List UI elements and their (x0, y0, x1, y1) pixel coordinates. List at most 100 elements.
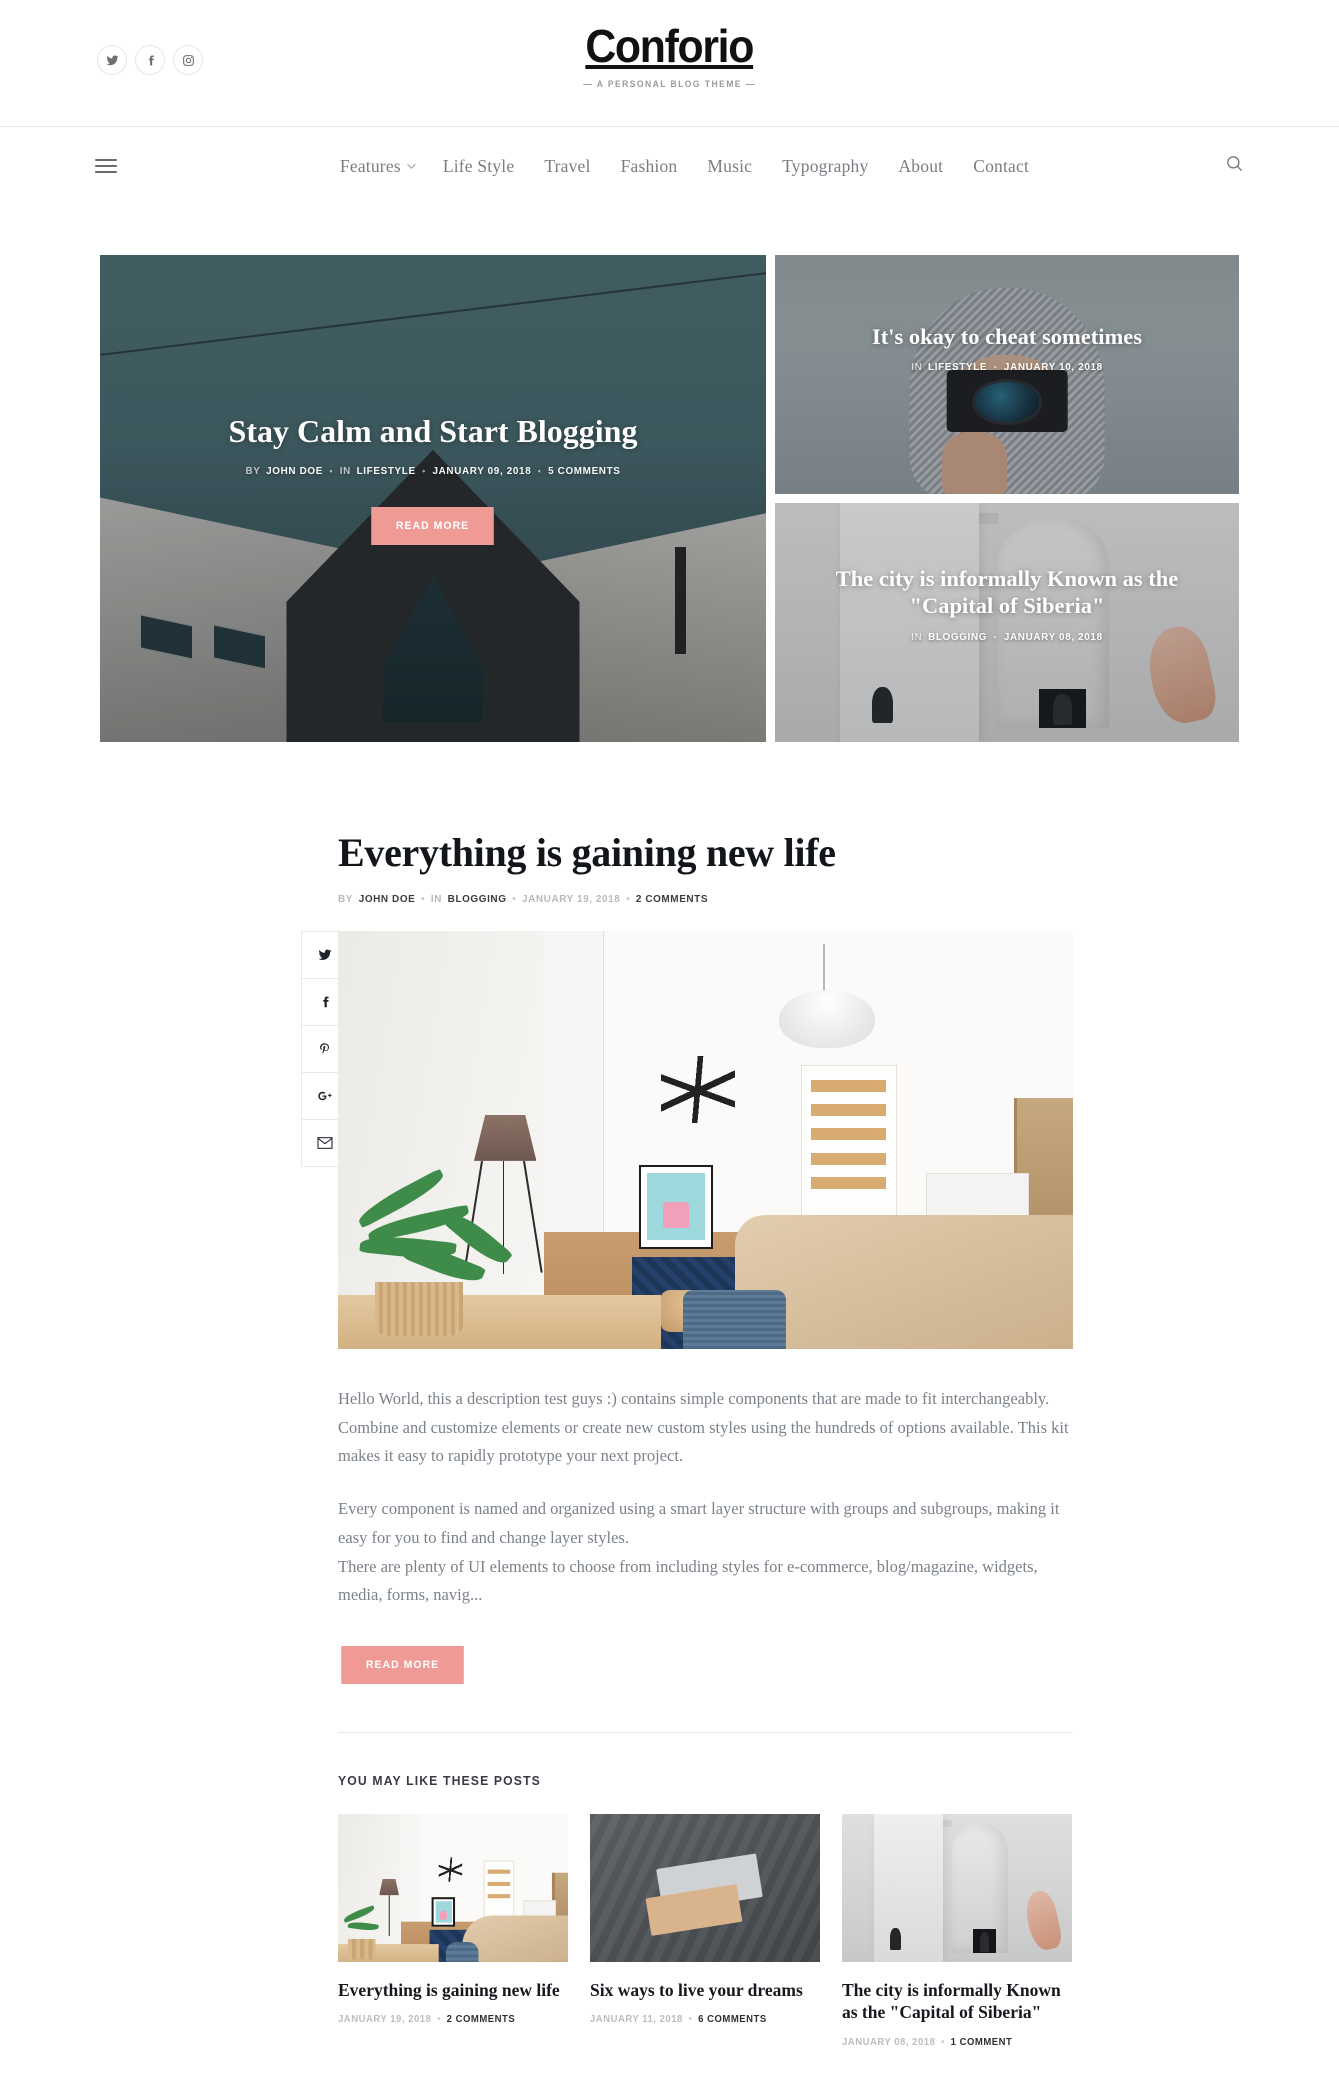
by-label: BY (245, 465, 261, 478)
meta-separator: • (626, 893, 631, 905)
read-more-button[interactable]: READ MORE (371, 507, 495, 546)
related-post-card[interactable]: The city is informally Known as the "Cap… (842, 1813, 1072, 2048)
related-posts-grid: Everything is gaining new life JANUARY 1… (338, 1813, 1073, 2048)
hamburger-menu-icon[interactable] (95, 155, 117, 177)
author-name[interactable]: JOHN DOE (359, 893, 416, 905)
chevron-down-icon (406, 160, 416, 169)
post-body-text: Hello World, this a description test guy… (338, 1385, 1073, 1610)
twitter-icon (318, 949, 331, 961)
post-meta: BY JOHN DOE • IN BLOGGING • JANUARY 19, … (338, 893, 1194, 905)
related-post-thumbnail[interactable] (590, 1813, 820, 1962)
post-date: JANUARY 19, 2018 (522, 893, 621, 905)
featured-post-card-2[interactable]: The city is informally Known as the "Cap… (775, 503, 1239, 742)
related-post-card[interactable]: Six ways to live your dreams JANUARY 11,… (590, 1813, 820, 2048)
related-post-meta: JANUARY 11, 2018 • 6 COMMENTS (590, 2014, 809, 2025)
post-read-more-button[interactable]: READ MORE (341, 1645, 464, 1684)
bottom-spacer (338, 2048, 1239, 2078)
in-label: IN (339, 465, 351, 478)
main-navigation: Features Life Style Travel Fashion Music… (0, 127, 1339, 205)
related-post-title[interactable]: Everything is gaining new life (338, 1979, 568, 2001)
featured-image-bedroom (338, 931, 1073, 1349)
category-name[interactable]: LIFESTYLE (928, 361, 987, 373)
category-name[interactable]: BLOGGING (928, 631, 987, 643)
meta-separator: • (512, 893, 517, 905)
featured-post-main-meta: BY JOHN DOE • IN LIFESTYLE • JANUARY 09,… (158, 465, 709, 477)
facebook-icon (322, 996, 329, 1008)
comment-count[interactable]: 6 COMMENTS (698, 2014, 767, 2025)
featured-post-card-1-meta: IN LIFESTYLE • JANUARY 10, 2018 (827, 361, 1188, 373)
featured-post-card-1-title[interactable]: It's okay to cheat sometimes (815, 323, 1199, 350)
related-post-title[interactable]: The city is informally Known as the "Cap… (842, 1979, 1072, 2024)
nav-item-typography[interactable]: Typography (782, 156, 868, 177)
meta-separator: • (941, 2036, 945, 2048)
nav-item-fashion[interactable]: Fashion (621, 156, 678, 177)
nav-item-music[interactable]: Music (707, 156, 752, 177)
share-sidebar (100, 931, 348, 2078)
google-plus-icon (317, 1091, 332, 1101)
post-title[interactable]: Everything is gaining new life (338, 830, 1239, 876)
nav-item-features[interactable]: Features (339, 155, 416, 177)
in-label: IN (430, 893, 442, 905)
nav-item-contact[interactable]: Contact (973, 156, 1029, 177)
related-post-title[interactable]: Six ways to live your dreams (590, 1979, 820, 2001)
related-post-thumbnail[interactable] (338, 1813, 568, 1962)
meta-separator: • (329, 466, 334, 477)
image-overlay (775, 255, 1239, 494)
featured-post-main-title[interactable]: Stay Calm and Start Blogging (140, 412, 726, 451)
section-divider (338, 1731, 1073, 1733)
nav-item-about[interactable]: About (898, 156, 943, 177)
meta-separator: • (537, 466, 542, 477)
post-main-column: Hello World, this a description test guy… (338, 931, 1239, 2078)
search-icon[interactable] (1225, 154, 1244, 178)
related-post-thumbnail[interactable] (842, 1813, 1072, 1962)
post-paragraph-2: Every component is named and organized u… (338, 1499, 1060, 1605)
featured-post-main[interactable]: Stay Calm and Start Blogging BY JOHN DOE… (100, 255, 766, 742)
post-paragraph-1: Hello World, this a description test guy… (338, 1389, 1069, 1466)
site-header: Conforio — A PERSONAL BLOG THEME — (0, 0, 1339, 127)
site-tagline: — A PERSONAL BLOG THEME — (583, 79, 756, 91)
post-date: JANUARY 08, 2018 (1003, 630, 1103, 643)
featured-post-card-1-content: It's okay to cheat sometimes IN LIFESTYL… (775, 323, 1239, 373)
related-posts-section: YOU MAY LIKE THESE POSTS Everything is g… (338, 1773, 1073, 2048)
meta-separator: • (437, 2014, 441, 2026)
pinterest-icon (319, 1043, 329, 1054)
post-date: JANUARY 08, 2018 (842, 2036, 936, 2048)
featured-posts-grid: Stay Calm and Start Blogging BY JOHN DOE… (100, 255, 1239, 742)
thumbnail-image-gallery (842, 1813, 1072, 1962)
meta-separator: • (688, 2014, 693, 2026)
comment-count[interactable]: 2 COMMENTS (447, 2014, 516, 2025)
by-label: BY (338, 893, 354, 905)
featured-posts-side: It's okay to cheat sometimes IN LIFESTYL… (775, 255, 1239, 742)
post-date: JANUARY 19, 2018 (338, 2014, 432, 2026)
email-icon (316, 1137, 333, 1149)
in-label: IN (911, 630, 923, 643)
comment-count[interactable]: 1 COMMENT (951, 2037, 1013, 2048)
related-post-meta: JANUARY 08, 2018 • 1 COMMENT (842, 2037, 1061, 2048)
nav-item-life-style[interactable]: Life Style (443, 156, 515, 177)
post-read-more-wrap: READ MORE (338, 1645, 1239, 1684)
featured-post-card-2-title[interactable]: The city is informally Known as the "Cap… (815, 565, 1199, 620)
featured-read-more-wrap: READ MORE (140, 507, 726, 546)
featured-post-main-content: Stay Calm and Start Blogging BY JOHN DOE… (100, 412, 766, 546)
related-posts-heading: YOU MAY LIKE THESE POSTS (338, 1772, 541, 1788)
post-header: Everything is gaining new life BY JOHN D… (100, 830, 1239, 905)
in-label: IN (911, 361, 923, 374)
comment-count[interactable]: 2 COMMENTS (636, 893, 708, 905)
featured-post-card-1[interactable]: It's okay to cheat sometimes IN LIFESTYL… (775, 255, 1239, 494)
related-post-card[interactable]: Everything is gaining new life JANUARY 1… (338, 1813, 568, 2048)
category-name[interactable]: LIFESTYLE (357, 465, 416, 477)
nav-item-travel[interactable]: Travel (544, 156, 590, 177)
nav-item-label: Features (339, 155, 401, 176)
comment-count[interactable]: 5 COMMENTS (548, 465, 620, 477)
post-featured-image[interactable] (338, 931, 1073, 1349)
site-logo[interactable]: Conforio (586, 22, 755, 71)
related-post-meta: JANUARY 19, 2018 • 2 COMMENTS (338, 2014, 557, 2025)
post-date: JANUARY 11, 2018 (590, 2014, 683, 2026)
post-date: JANUARY 10, 2018 (1003, 361, 1103, 374)
category-name[interactable]: BLOGGING (448, 893, 507, 905)
post-date: JANUARY 09, 2018 (432, 465, 532, 478)
featured-post-card-2-meta: IN BLOGGING • JANUARY 08, 2018 (827, 631, 1188, 643)
post-body-row: Hello World, this a description test guy… (100, 931, 1239, 2078)
nav-links: Features Life Style Travel Fashion Music… (310, 156, 1029, 177)
author-name[interactable]: JOHN DOE (266, 465, 323, 477)
